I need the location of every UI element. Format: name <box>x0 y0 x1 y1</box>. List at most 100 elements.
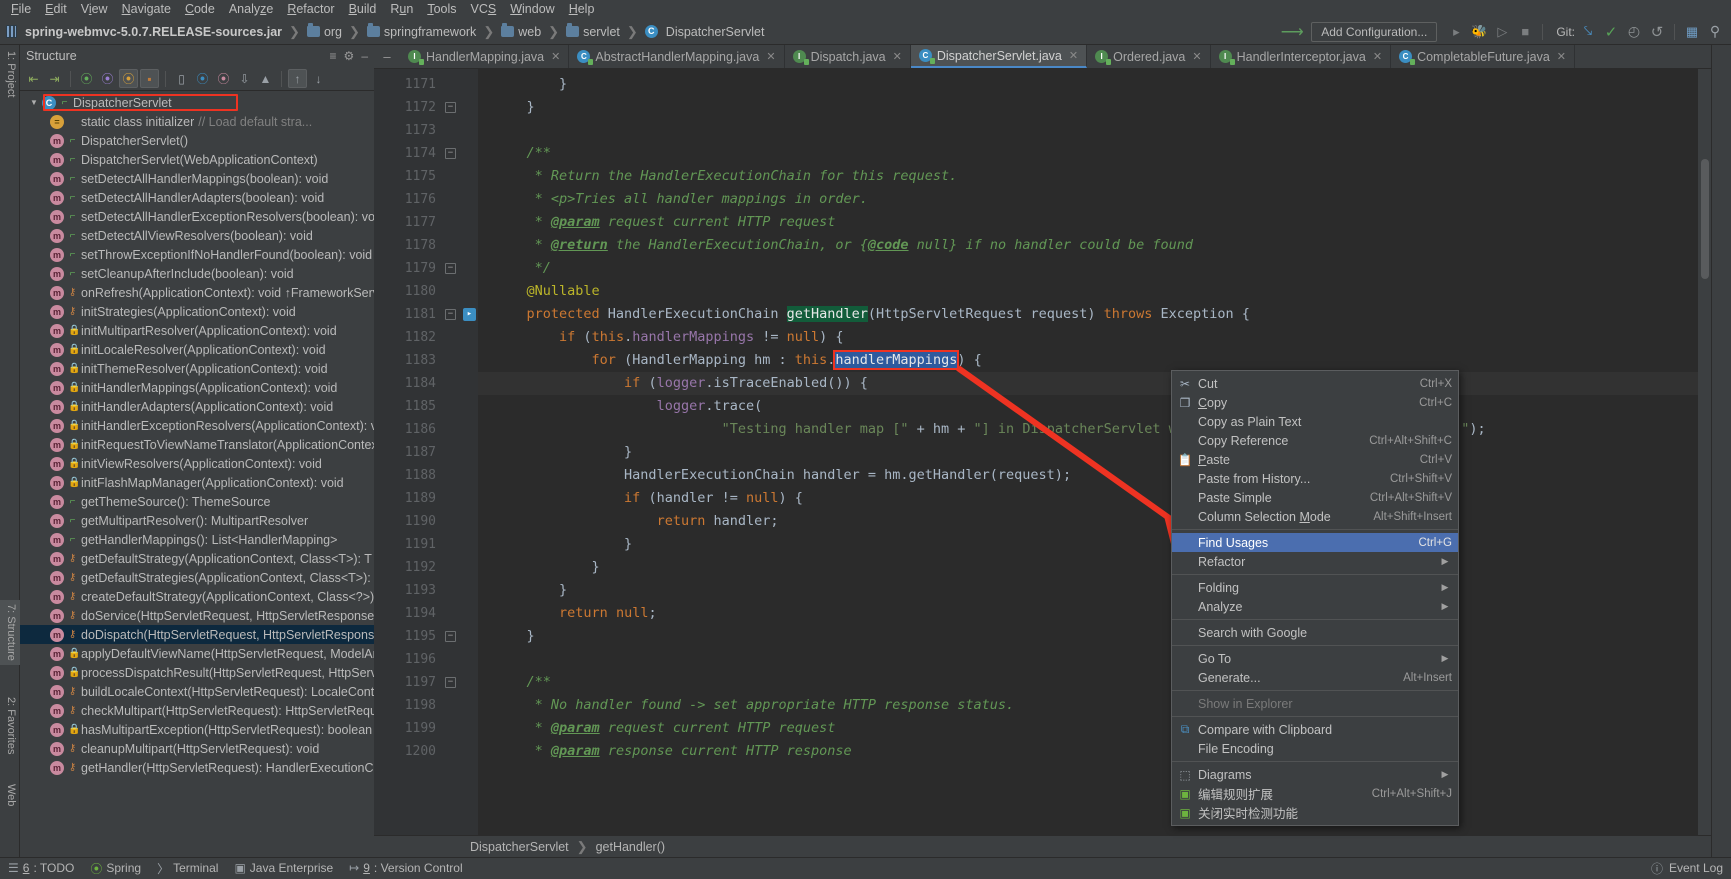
gutter-line-number[interactable]: 1184 <box>382 372 478 395</box>
context-menu-item[interactable]: Search with Google <box>1172 623 1458 642</box>
code-line[interactable]: for (HandlerMapping hm : this.handlerMap… <box>478 349 1698 372</box>
structure-item[interactable]: m 🔒 initViewResolvers(ApplicationContext):… <box>20 454 374 473</box>
context-menu-item[interactable]: Paste Simple Ctrl+Alt+Shift+V <box>1172 488 1458 507</box>
gutter-line-number[interactable]: 1181− ▸ <box>382 303 478 326</box>
code-line[interactable]: } <box>478 73 1698 96</box>
gutter-line-number[interactable]: 1193 <box>382 579 478 602</box>
menu-edit[interactable]: Edit <box>38 0 74 19</box>
code-line[interactable]: */ <box>478 257 1698 280</box>
structure-root-item[interactable]: ▼ C ⌐ DispatcherServlet <box>20 93 374 112</box>
fold-collapse-icon[interactable]: − <box>445 677 456 688</box>
git-commit-icon[interactable]: ✓ <box>1601 22 1621 42</box>
show-fields-icon[interactable]: ⦿ <box>119 69 138 88</box>
code-line[interactable]: * @return the HandlerExecutionChain, or … <box>478 234 1698 257</box>
menu-navigate[interactable]: Navigate <box>115 0 178 19</box>
breadcrumb-method-name[interactable]: getHandler() <box>596 840 665 854</box>
gutter-line-number[interactable]: 1190 <box>382 510 478 533</box>
menu-vcs[interactable]: VCS <box>464 0 504 19</box>
editor-tab[interactable]: C CompletableFuture.java ✕ <box>1391 45 1575 68</box>
gutter-line-number[interactable]: 1183 <box>382 349 478 372</box>
context-menu-item[interactable]: Folding ▶ <box>1172 578 1458 597</box>
run-icon[interactable]: ▸ <box>1446 22 1466 42</box>
gutter-line-number[interactable]: 1182 <box>382 326 478 349</box>
menu-tools[interactable]: Tools <box>420 0 463 19</box>
structure-item[interactable]: m ⌐ setDetectAllHandlerExceptionResolvers(… <box>20 207 374 226</box>
context-menu-item[interactable]: File Encoding <box>1172 739 1458 758</box>
sort-alphabetically-icon[interactable]: ⇩ <box>235 69 254 88</box>
status-event-log[interactable]: Event Log <box>1669 861 1723 875</box>
structure-item[interactable]: m ⚷ getDefaultStrategy(ApplicationContext,… <box>20 549 374 568</box>
code-line[interactable]: * <p>Tries all handler mappings in order… <box>478 188 1698 211</box>
code-line[interactable]: } <box>478 579 1698 602</box>
menu-help[interactable]: Help <box>562 0 602 19</box>
stop-icon[interactable]: ■ <box>1515 22 1535 42</box>
structure-item[interactable]: m ⌐ DispatcherServlet(WebApplicationContex… <box>20 150 374 169</box>
gutter-line-number[interactable]: 1197− <box>382 671 478 694</box>
sidebar-item-project[interactable]: 1: Project <box>0 47 20 101</box>
context-menu-item[interactable]: Paste from History... Ctrl+Shift+V <box>1172 469 1458 488</box>
menu-code[interactable]: Code <box>178 0 222 19</box>
autoscroll-to-source-icon[interactable]: ↑ <box>288 69 307 88</box>
hide-tabs-icon[interactable]: – <box>374 45 400 68</box>
code-line[interactable]: return handler; <box>478 510 1698 533</box>
gutter-line-number[interactable]: 1200 <box>382 740 478 763</box>
git-update-icon[interactable]: ⤥ <box>1578 22 1598 42</box>
collapse-all-icon[interactable]: ⇥ <box>45 69 64 88</box>
breadcrumb-org[interactable]: org <box>324 25 342 39</box>
fold-collapse-icon[interactable]: − <box>445 309 456 320</box>
context-menu-item[interactable]: ⧉ Compare with Clipboard <box>1172 720 1458 739</box>
run-with-coverage-icon[interactable]: ▷ <box>1492 22 1512 42</box>
expand-all-icon[interactable]: ⇤ <box>24 69 43 88</box>
editor-tab[interactable]: I Ordered.java ✕ <box>1087 45 1211 68</box>
structure-item[interactable]: m ⚷ initStrategies(ApplicationContext): vo… <box>20 302 374 321</box>
gutter-line-number[interactable]: 1171 <box>382 73 478 96</box>
context-menu-item[interactable]: ✂ Cut Ctrl+X <box>1172 374 1458 393</box>
show-properties-icon[interactable]: ⦿ <box>98 69 117 88</box>
editor-tab[interactable]: I HandlerMapping.java ✕ <box>400 45 570 68</box>
structure-item[interactable]: m ⚷ onRefresh(ApplicationContext): void ↑F… <box>20 283 374 302</box>
sidebar-item-favorites[interactable]: 2: Favorites <box>0 693 20 758</box>
code-line[interactable] <box>478 648 1698 671</box>
structure-item[interactable]: m ⚷ cleanupMultipart(HttpServletRequest): … <box>20 739 374 758</box>
structure-item[interactable]: m ⌐ getThemeSource(): ThemeSource <box>20 492 374 511</box>
editor-gutter[interactable]: 1171 1172−1173 1174−1175 1176 1177 1178 1179−1… <box>382 69 478 835</box>
context-menu-item[interactable]: ▣ 编辑规则扩展 Ctrl+Alt+Shift+J <box>1172 784 1458 803</box>
editor-tab[interactable]: I Dispatch.java ✕ <box>785 45 911 68</box>
gutter-line-number[interactable]: 1186 <box>382 418 478 441</box>
breadcrumb-jar[interactable]: spring-webmvc-5.0.7.RELEASE-sources.jar <box>25 25 282 39</box>
structure-item[interactable]: m ⚷ getDefaultStrategies(ApplicationContex… <box>20 568 374 587</box>
status-item-todo[interactable]: ☰ 6: TODO <box>8 861 74 875</box>
gutter-line-number[interactable]: 1194 <box>382 602 478 625</box>
code-line[interactable]: /** <box>478 142 1698 165</box>
editor-tab-bar[interactable]: – I HandlerMapping.java ✕ C AbstractHandlerM… <box>374 45 1711 69</box>
hide-icon[interactable]: – <box>361 49 368 63</box>
search-everywhere-icon[interactable]: ⚲ <box>1705 22 1725 42</box>
structure-item[interactable]: m 🔒 initRequestToViewNameTranslator(Applic… <box>20 435 374 454</box>
menu-refactor[interactable]: Refactor <box>280 0 341 19</box>
structure-item[interactable]: m ⚷ doService(HttpServletRequest, HttpServ… <box>20 606 374 625</box>
sidebar-item-maven[interactable] <box>1712 135 1731 143</box>
code-line[interactable]: } <box>478 533 1698 556</box>
close-icon[interactable]: ✕ <box>1373 50 1382 63</box>
gutter-line-number[interactable]: 1178 <box>382 234 478 257</box>
code-line[interactable]: * No handler found -> set appropriate HT… <box>478 694 1698 717</box>
git-revert-icon[interactable]: ↺ <box>1647 22 1667 42</box>
structure-item[interactable]: m 🔒 initMultipartResolver(ApplicationConte… <box>20 321 374 340</box>
status-item-terminal[interactable]: 〉 Terminal <box>157 860 218 877</box>
code-line[interactable]: if (logger.isTraceEnabled()) { <box>478 372 1698 395</box>
structure-item[interactable]: m 🔒 initThemeResolver(ApplicationContext):… <box>20 359 374 378</box>
gutter-line-number[interactable]: 1172− <box>382 96 478 119</box>
structure-item[interactable]: m 🔒 hasMultipartException(HttpServletReque… <box>20 720 374 739</box>
code-line[interactable]: if (handler != null) { <box>478 487 1698 510</box>
menu-view[interactable]: View <box>74 0 115 19</box>
code-line[interactable]: } <box>478 556 1698 579</box>
code-line[interactable]: logger.trace( <box>478 395 1698 418</box>
debug-icon[interactable]: 🐝 <box>1469 22 1489 42</box>
code-line[interactable]: * @param request current HTTP request <box>478 717 1698 740</box>
structure-item[interactable]: m 🔒 initFlashMapManager(ApplicationContext… <box>20 473 374 492</box>
context-menu-item[interactable]: 📋 Paste Ctrl+V <box>1172 450 1458 469</box>
code-line[interactable]: * Return the HandlerExecutionChain for t… <box>478 165 1698 188</box>
structure-item[interactable]: m ⌐ setDetectAllViewResolvers(boolean): vo… <box>20 226 374 245</box>
code-line[interactable]: } <box>478 625 1698 648</box>
context-menu-item[interactable]: ▣ 关闭实时检测功能 <box>1172 803 1458 822</box>
